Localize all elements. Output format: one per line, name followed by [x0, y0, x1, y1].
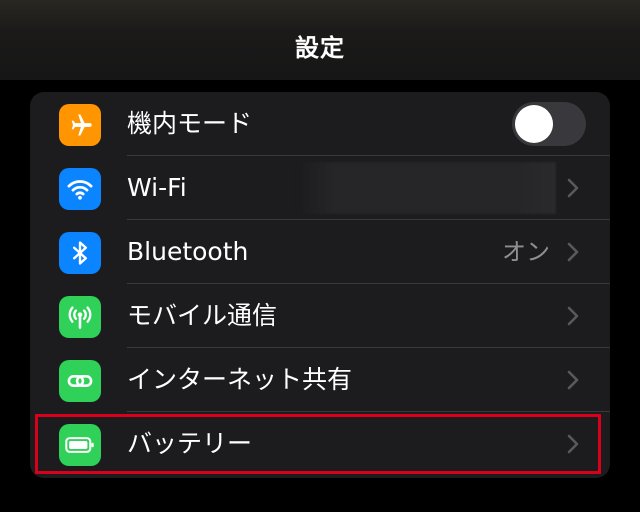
blurred-network-name	[296, 162, 556, 214]
chevron-right-icon	[567, 370, 579, 390]
chevron-right-icon	[567, 178, 579, 198]
settings-row-label: インターネット共有	[127, 365, 353, 394]
settings-row-bluetooth[interactable]: Bluetooth オン	[30, 220, 610, 284]
toggle-knob	[515, 105, 553, 143]
airplane-icon	[59, 104, 101, 146]
bluetooth-icon	[59, 232, 101, 274]
chevron-right-icon	[567, 306, 579, 326]
settings-screen: 設定 機内モード Wi-Fi Bluetooth オン モバイル通信 インターネ…	[0, 0, 640, 512]
bluetooth-status-value: オン	[502, 238, 550, 266]
page-title: 設定	[295, 34, 345, 62]
antenna-icon	[59, 296, 101, 338]
wifi-icon	[59, 168, 101, 210]
airplane-mode-toggle[interactable]	[512, 102, 586, 146]
settings-row-label: モバイル通信	[127, 301, 278, 330]
navigation-bar: 設定	[0, 0, 640, 80]
settings-row-label: Wi-Fi	[127, 173, 187, 202]
settings-row-label: 機内モード	[127, 109, 253, 138]
link-icon	[59, 360, 101, 402]
settings-row-label: Bluetooth	[127, 237, 249, 266]
battery-row-highlight-box	[35, 414, 601, 474]
chevron-right-icon	[567, 242, 579, 262]
settings-row-personal-hotspot[interactable]: インターネット共有	[30, 348, 610, 412]
settings-row-cellular[interactable]: モバイル通信	[30, 284, 610, 348]
settings-row-airplane-mode: 機内モード	[30, 92, 610, 156]
settings-row-wifi[interactable]: Wi-Fi	[30, 156, 610, 220]
